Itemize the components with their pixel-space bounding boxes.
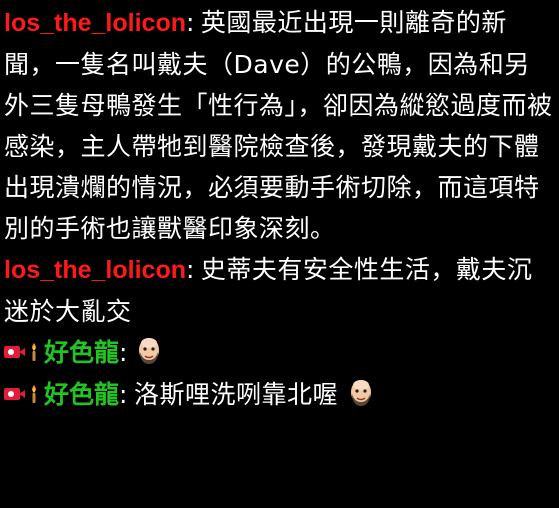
torch-badge-icon[interactable] [28, 342, 40, 362]
chat-log: los_the_lolicon: 英國最近出現一則離奇的新聞，一隻名叫戴夫（Dav… [4, 2, 555, 416]
chat-message: 好色龍: 洛斯哩洗咧靠北喔 [4, 374, 555, 416]
bald-man-face-emote-icon [351, 380, 372, 406]
chat-message-text: 英國最近出現一則離奇的新聞，一隻名叫戴夫（Dave）的公鴨，因為和另外三隻母鴨發… [4, 8, 553, 243]
chat-username[interactable]: 好色龍 [44, 339, 119, 367]
camera-badge-icon[interactable] [4, 388, 25, 400]
chat-colon: : [185, 255, 195, 284]
chat-colon: : [185, 8, 195, 37]
chat-colon: : [119, 380, 128, 409]
chat-message: 好色龍: [4, 332, 555, 374]
camera-badge-icon[interactable] [4, 346, 25, 358]
chat-username[interactable]: los_the_lolicon [4, 9, 186, 37]
chat-colon: : [119, 338, 128, 367]
chat-username[interactable]: 好色龍 [44, 381, 119, 409]
chat-username[interactable]: los_the_lolicon [4, 256, 186, 284]
chat-message-text: 洛斯哩洗咧靠北喔 [133, 380, 338, 409]
bald-man-face-emote-icon [138, 338, 159, 364]
torch-badge-icon[interactable] [28, 384, 40, 404]
chat-message: los_the_lolicon: 英國最近出現一則離奇的新聞，一隻名叫戴夫（Dav… [4, 2, 555, 249]
chat-message: los_the_lolicon: 史蒂夫有安全性生活，戴夫沉迷於大亂交 [4, 249, 555, 332]
